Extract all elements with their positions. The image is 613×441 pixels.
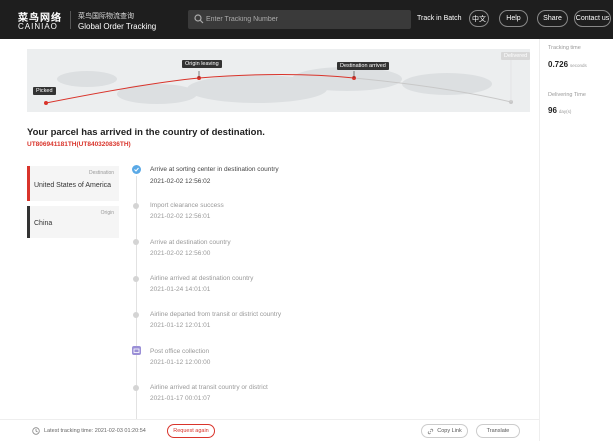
product-name-cn: 菜鸟国际物流查询 bbox=[78, 13, 134, 20]
map-label-destination-arrived: Destination arrived bbox=[337, 62, 389, 70]
tracking-time-value: 0.726 seconds bbox=[548, 60, 587, 69]
translate-button[interactable]: Translate bbox=[476, 424, 520, 438]
track-in-batch-link[interactable]: Track in Batch bbox=[417, 15, 461, 22]
bottom-action-bar: Latest tracking time: 2021-02-03 01:20:5… bbox=[0, 419, 539, 441]
destination-country-card: Destination United States of America bbox=[27, 166, 119, 201]
timeline-event-title: Post office collection bbox=[150, 348, 210, 355]
timeline-event-title: Arrive at destination country bbox=[150, 239, 231, 246]
request-again-button[interactable]: Request again bbox=[167, 424, 215, 438]
map-label-origin-leaving: Origin leaving bbox=[182, 60, 222, 68]
share-button[interactable]: Share bbox=[537, 10, 568, 27]
search-icon bbox=[194, 14, 204, 24]
timeline-dot bbox=[133, 203, 139, 209]
timeline-dot bbox=[133, 276, 139, 282]
timeline-dot bbox=[133, 312, 139, 318]
help-button[interactable]: Help bbox=[499, 10, 528, 27]
timeline-event-time: 2021-01-24 14:01:01 bbox=[150, 286, 211, 293]
timeline-event-time: 2021-01-12 12:01:01 bbox=[150, 322, 211, 329]
tracking-number-input[interactable] bbox=[206, 12, 406, 27]
delivering-time-value: 96 day(s) bbox=[548, 106, 572, 115]
header-divider bbox=[70, 11, 71, 29]
sorting-center-icon bbox=[132, 165, 141, 174]
contact-us-button[interactable]: Contact us bbox=[574, 10, 611, 27]
tracking-time-label: Tracking time bbox=[548, 45, 581, 51]
copy-link-button[interactable]: Copy Link bbox=[421, 424, 468, 438]
timeline-event-time: 2021-02-02 12:56:02 bbox=[150, 178, 211, 185]
timeline-event-title: Airline departed from transit or distric… bbox=[150, 311, 282, 318]
origin-country-name: China bbox=[34, 220, 53, 227]
route-map: Picked Origin leaving Destination arrive… bbox=[27, 49, 530, 112]
latest-tracking-time: Latest tracking time: 2021-02-03 01:20:5… bbox=[44, 428, 146, 434]
timeline-dot bbox=[133, 385, 139, 391]
timeline-event-time: 2021-01-12 12:00:00 bbox=[150, 359, 211, 366]
tracking-search-box[interactable] bbox=[188, 10, 411, 29]
product-name-en: Global Order Tracking bbox=[78, 22, 157, 31]
route-map-graphic bbox=[44, 58, 513, 105]
language-switch-button[interactable]: 中文 bbox=[469, 10, 489, 27]
clock-icon bbox=[32, 427, 40, 435]
destination-country-name: United States of America bbox=[34, 182, 112, 189]
map-label-picked: Picked bbox=[33, 87, 56, 95]
map-label-delivered: Delivered bbox=[501, 52, 530, 60]
delivering-time-label: Delivering Time bbox=[548, 92, 586, 98]
destination-label: Destination bbox=[88, 170, 114, 176]
copy-link-label: Copy Link bbox=[437, 428, 462, 434]
picked-marker bbox=[44, 101, 48, 105]
timeline-dot bbox=[133, 239, 139, 245]
tracking-number-text: UT806941181TH(UT840320836TH) bbox=[27, 141, 131, 148]
parcel-status-heading: Your parcel has arrived in the country o… bbox=[27, 127, 265, 138]
top-navigation-bar: 菜鸟网络 CAINIAO 菜鸟国际物流查询 Global Order Track… bbox=[0, 0, 613, 39]
timeline-event-title: Arrive at sorting center in destination … bbox=[150, 166, 279, 173]
timeline-event-title: Import clearance success bbox=[150, 202, 224, 209]
tracking-stats-panel: Tracking time 0.726 seconds Delivering Ti… bbox=[539, 39, 613, 441]
link-icon bbox=[428, 428, 434, 434]
timeline-event-time: 2021-02-02 12:56:01 bbox=[150, 213, 211, 220]
brand-logo-en[interactable]: CAINIAO bbox=[18, 22, 58, 31]
timeline-event-time: 2021-02-02 12:56:00 bbox=[150, 250, 211, 257]
timeline-event-title: Airline arrived at destination country bbox=[150, 275, 254, 282]
post-office-icon bbox=[132, 346, 141, 355]
timeline-event-time: 2021-01-17 00:01:07 bbox=[150, 395, 211, 402]
origin-country-card: Origin China bbox=[27, 206, 119, 238]
world-landmass-shapes bbox=[57, 67, 492, 104]
origin-label: Origin bbox=[100, 210, 114, 216]
timeline-event-title: Airline arrived at transit country or di… bbox=[150, 384, 268, 391]
